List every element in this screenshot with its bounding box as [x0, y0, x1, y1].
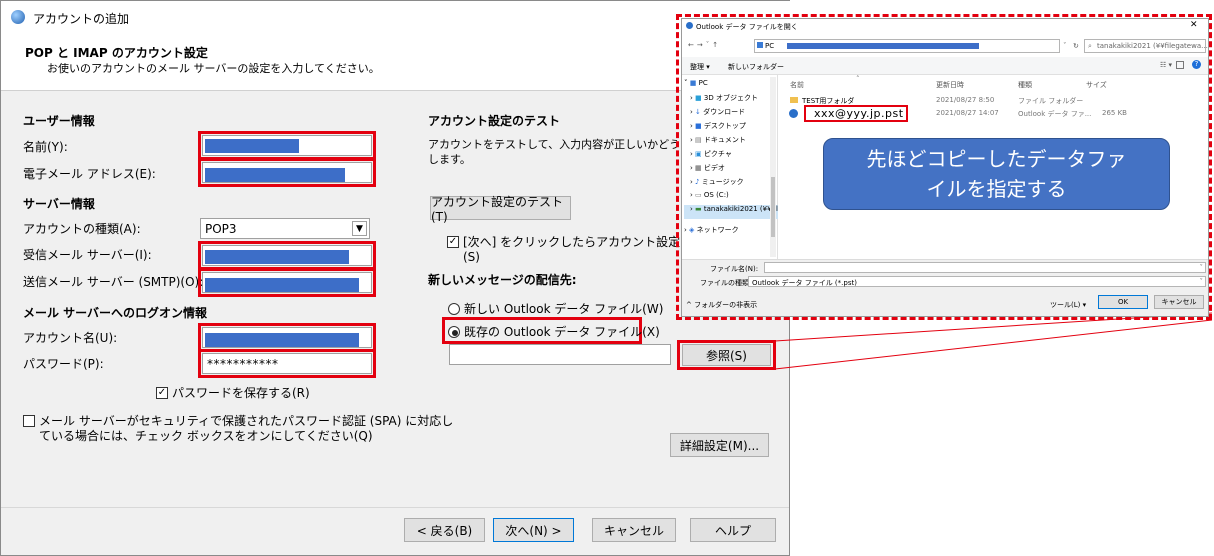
organize-button[interactable]: 整理 ▾	[690, 62, 710, 72]
nav-scrollbar[interactable]	[770, 77, 776, 257]
redacted-path	[787, 43, 979, 49]
file-dialog-toolbar: 整理 ▾ 新しいフォルダー ☷ ▾ ?	[682, 57, 1208, 75]
filename-label: ファイル名(N):	[710, 265, 759, 273]
hide-folders-label: フォルダーの非表示	[694, 301, 758, 309]
nav-item-pictures[interactable]: › ▣ ピクチャ	[684, 149, 778, 163]
chevron-down-icon[interactable]: ˇ	[1063, 42, 1067, 50]
file-row-type: Outlook データ ファ...	[1018, 110, 1092, 118]
view-options-icon[interactable]: ☷ ▾	[1160, 61, 1172, 69]
address-bar[interactable]: PC	[754, 39, 1060, 53]
preview-pane-icon[interactable]	[1176, 61, 1184, 69]
file-dialog-titlebar: Outlook データ ファイルを開く ✕	[682, 19, 1208, 33]
column-type[interactable]: 種類	[1018, 80, 1032, 90]
nav-item-network[interactable]: › ◈ ネットワーク	[684, 225, 778, 239]
filename-input[interactable]: ˇ	[764, 262, 1206, 273]
file-row-size: 265 KB	[1102, 109, 1127, 117]
new-folder-button[interactable]: 新しいフォルダー	[728, 62, 784, 72]
file-row-type: ファイル フォルダー	[1018, 97, 1084, 105]
nav-item-os-c[interactable]: › ▭ OS (C:)	[684, 191, 778, 205]
instruction-callout: 先ほどコピーしたデータファ イルを指定する	[823, 138, 1170, 210]
search-placeholder: tanakakiki2021 (¥¥filegatewa...	[1097, 42, 1208, 50]
file-dialog-bottom: ファイル名(N): ˇ ファイルの種類(T): Outlook データ ファイル…	[682, 259, 1208, 316]
column-size[interactable]: サイズ	[1086, 80, 1107, 90]
tools-button[interactable]: ツール(L) ▾	[1050, 300, 1086, 310]
filetype-select[interactable]: Outlook データ ファイル (*.pst) ˇ	[748, 276, 1206, 287]
nav-item-downloads[interactable]: › ↓ ダウンロード	[684, 107, 778, 121]
nav-item-desktop[interactable]: › ■ デスクトップ	[684, 121, 778, 135]
column-name[interactable]: 名前	[790, 80, 804, 90]
search-input[interactable]: ⌕ tanakakiki2021 (¥¥filegatewa...	[1084, 39, 1208, 53]
pc-icon	[757, 42, 763, 48]
help-icon[interactable]: ?	[1192, 60, 1201, 69]
nav-item-pc[interactable]: ˅ ■ PC	[684, 79, 778, 93]
chevron-down-icon[interactable]: ˇ	[1200, 264, 1204, 272]
nav-arrows[interactable]: ←→ˇ↑	[688, 41, 721, 49]
nav-item-documents[interactable]: › ▤ ドキュメント	[684, 135, 778, 149]
refresh-icon[interactable]: ↻	[1073, 42, 1079, 50]
chevron-down-icon[interactable]: ˇ	[1200, 278, 1204, 286]
nav-item-music[interactable]: › ♪ ミュージック	[684, 177, 778, 191]
nav-tree: ˅ ■ PC › ■ 3D オブジェクト › ↓ ダウンロード › ■ デスクト…	[684, 79, 778, 239]
ok-button[interactable]: OK	[1098, 295, 1148, 309]
callout-line1: 先ほどコピーしたデータファ	[866, 147, 1127, 171]
callout-line2: イルを指定する	[926, 177, 1067, 201]
file-row-date: 2021/08/27 8:50	[936, 96, 995, 104]
nav-item-videos[interactable]: › ▦ ビデオ	[684, 163, 778, 177]
hide-folders-toggle[interactable]: ^ フォルダーの非表示	[686, 300, 757, 310]
nav-item-3d-objects[interactable]: › ■ 3D オブジェクト	[684, 93, 778, 107]
filetype-value: Outlook データ ファイル (*.pst)	[752, 279, 857, 287]
nav-item-network-drive[interactable]: › ▬ tanakakiki2021 (¥¥fil	[684, 205, 778, 219]
pst-file-highlight: xxx@yyy.jp.pst	[804, 105, 908, 122]
search-icon: ⌕	[1088, 42, 1092, 50]
close-icon[interactable]: ✕	[1190, 20, 1198, 30]
file-dialog-cancel-button[interactable]: キャンセル	[1154, 295, 1204, 309]
breadcrumb-pc[interactable]: PC	[765, 42, 774, 50]
folder-icon	[790, 97, 798, 103]
file-row-pst[interactable]: xxx@yyy.jp.pst 2021/08/27 14:07 Outlook …	[788, 105, 1198, 122]
file-row-name: xxx@yyy.jp.pst	[814, 107, 904, 120]
nav-scrollbar-thumb[interactable]	[771, 177, 775, 237]
outlook-icon	[686, 22, 693, 29]
sort-arrow-icon: ˄	[856, 75, 860, 83]
pst-file-icon	[789, 109, 798, 118]
file-dialog-title: Outlook データ ファイルを開く	[696, 23, 798, 31]
navigation-pane: ˅ ■ PC › ■ 3D オブジェクト › ↓ ダウンロード › ■ デスクト…	[682, 75, 778, 259]
file-row-date: 2021/08/27 14:07	[936, 109, 999, 117]
column-date[interactable]: 更新日時	[936, 80, 964, 90]
